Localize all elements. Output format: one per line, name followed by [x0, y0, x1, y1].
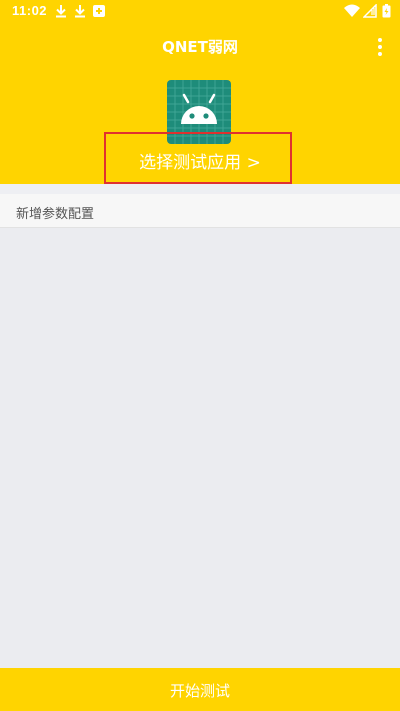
start-test-button[interactable]: 开始测试	[0, 668, 400, 711]
app-title: QNET弱网	[162, 38, 238, 56]
download-icon	[73, 4, 87, 18]
signal-icon	[363, 4, 377, 18]
status-bar: 11:02	[0, 0, 400, 24]
start-test-label: 开始测试	[169, 682, 230, 700]
add-config-row[interactable]: 新增参数配置	[0, 194, 400, 228]
battery-icon	[382, 4, 391, 18]
add-config-label: 新增参数配置	[16, 207, 95, 222]
wifi-icon	[344, 4, 360, 18]
more-vertical-icon	[378, 38, 382, 56]
status-time: 11:02	[12, 3, 48, 18]
select-test-app-button[interactable]	[104, 132, 292, 184]
more-options-button[interactable]	[370, 36, 390, 58]
section-divider	[0, 184, 400, 194]
download-icon	[54, 4, 68, 18]
header: 11:02 QNET弱网 选择测试应用 >	[0, 0, 400, 184]
app-notification-icon	[92, 4, 106, 18]
